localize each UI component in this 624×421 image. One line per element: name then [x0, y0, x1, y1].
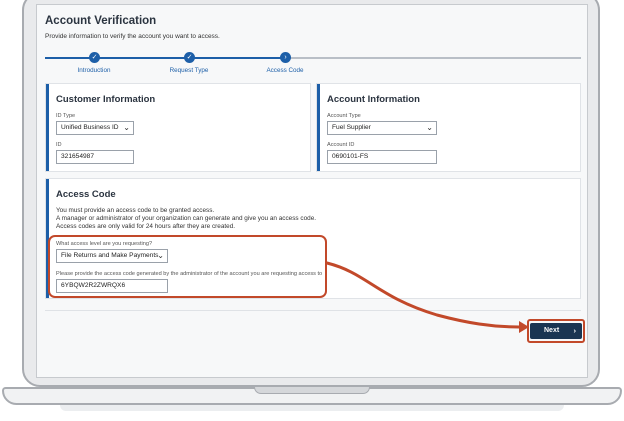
app-screen: Account Verification Provide information… — [36, 4, 588, 378]
laptop-shadow — [60, 405, 564, 411]
laptop-notch — [254, 387, 370, 394]
annotation-arrow — [325, 261, 529, 333]
next-button[interactable]: Next › — [530, 323, 582, 339]
chevron-right-icon: › — [573, 325, 577, 335]
next-button-label: Next — [544, 326, 560, 334]
